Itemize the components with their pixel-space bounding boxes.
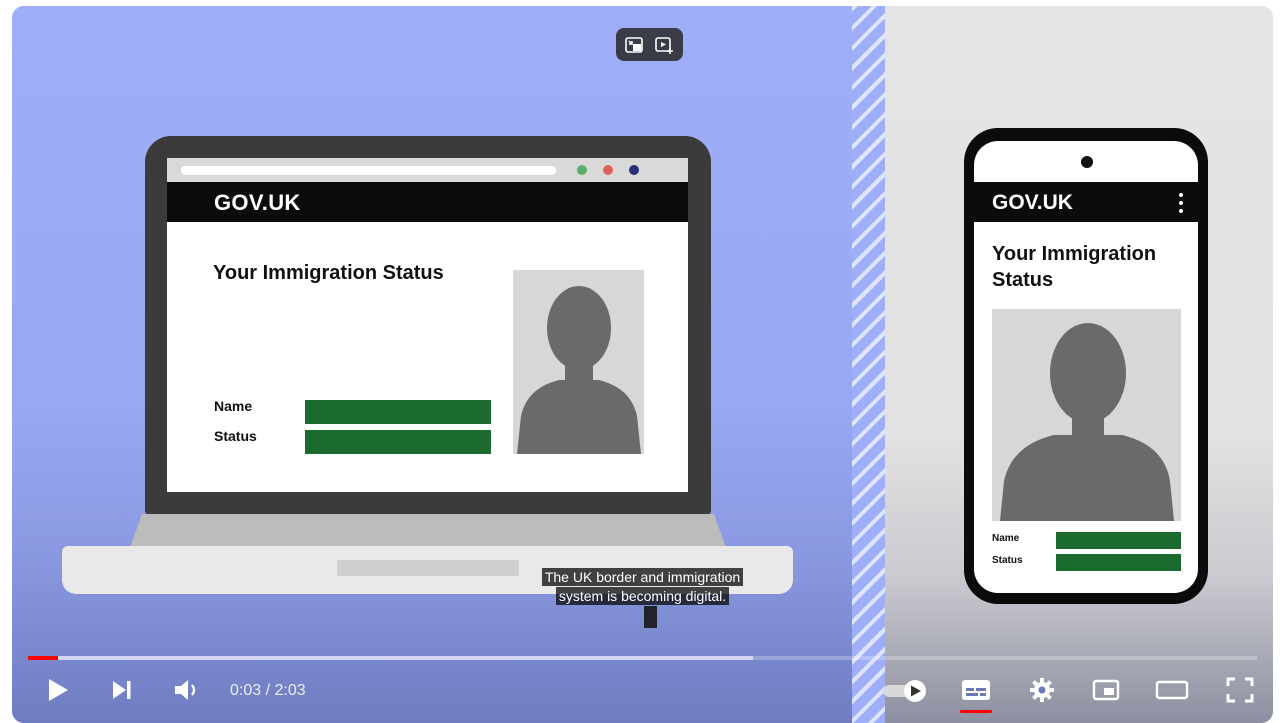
profile-silhouette-icon (513, 270, 644, 454)
browser-toolbar (167, 158, 688, 182)
window-dot-navy (629, 165, 639, 175)
fullscreen-icon (1226, 677, 1254, 708)
phone-camera (1081, 156, 1093, 168)
browser-address-bar (181, 166, 556, 175)
status-label-mobile: Status (992, 555, 1023, 566)
status-value-bar-mobile (1056, 554, 1181, 571)
subtitles-active-indicator (960, 710, 992, 713)
add-to-queue-icon[interactable] (654, 35, 674, 55)
govuk-header-mobile: GOV.UK (974, 182, 1198, 222)
govuk-logo: GOV.UK (214, 190, 301, 215)
name-label: Name (214, 398, 253, 414)
laptop-trackpad (337, 560, 519, 576)
window-dot-red (603, 165, 613, 175)
miniplayer-button[interactable] (1090, 676, 1122, 708)
theater-mode-icon (1155, 679, 1189, 706)
video-top-overlay (616, 28, 683, 61)
theater-mode-button[interactable] (1154, 676, 1190, 708)
page-title-mobile: Your Immigration Status (992, 243, 1157, 291)
next-icon (110, 679, 134, 706)
text-cursor-marker (644, 606, 657, 628)
name-label-mobile: Name (992, 533, 1020, 544)
cast-to-device-icon[interactable] (624, 35, 644, 55)
miniplayer-icon (1092, 678, 1120, 707)
time-separator: / (261, 682, 275, 699)
time-display: 0:03 / 2:03 (230, 682, 306, 700)
play-icon (46, 677, 70, 708)
profile-silhouette-icon (992, 309, 1181, 521)
settings-button[interactable] (1026, 676, 1058, 708)
subtitles-icon (961, 678, 991, 707)
fullscreen-button[interactable] (1224, 676, 1256, 708)
name-value-bar-mobile (1056, 532, 1181, 549)
window-dot-green (577, 165, 587, 175)
volume-icon (173, 678, 201, 707)
settings-gear-icon (1029, 677, 1055, 708)
duration: 2:03 (274, 682, 306, 699)
laptop-keyboard-deck (130, 514, 726, 548)
status-label: Status (214, 428, 257, 444)
name-value-bar (305, 400, 491, 424)
autoplay-toggle-icon (881, 677, 931, 708)
kebab-menu-icon (1179, 193, 1183, 213)
volume-button[interactable] (170, 676, 204, 708)
diagonal-stripe-divider (852, 6, 888, 723)
govuk-logo-mobile: GOV.UK (992, 191, 1073, 214)
play-button[interactable] (42, 676, 74, 708)
progress-played (28, 656, 58, 660)
subtitles-button[interactable] (960, 676, 992, 708)
progress-buffered (28, 656, 754, 660)
status-value-bar (305, 430, 491, 454)
current-time: 0:03 (230, 682, 262, 699)
video-player[interactable]: GOV.UK Your Immigration Status Name Stat… (12, 6, 1273, 723)
progress-bar[interactable] (28, 656, 1257, 660)
govuk-header: GOV.UK (167, 182, 688, 222)
next-button[interactable] (106, 676, 138, 708)
phone-screen: GOV.UK Your Immigration Status Name Stat… (974, 141, 1198, 593)
page-title: Your Immigration Status (213, 262, 444, 284)
laptop-screen: GOV.UK Your Immigration Status Name Stat… (167, 158, 688, 492)
autoplay-toggle[interactable] (880, 676, 932, 708)
